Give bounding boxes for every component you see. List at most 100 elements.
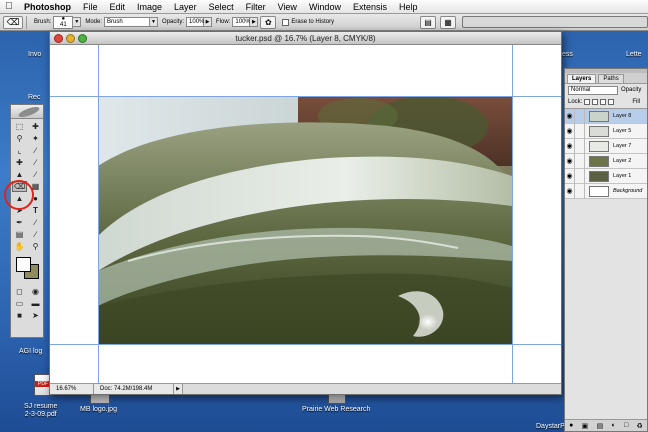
new-layer-icon[interactable]: □ — [624, 422, 628, 429]
history-brush-tool-icon[interactable]: ∕ — [28, 169, 43, 180]
layer-link-slot[interactable] — [575, 138, 585, 154]
menu-photoshop[interactable]: Photoshop — [18, 2, 77, 12]
desktop-icon-agi-logo-label[interactable]: AGI log — [19, 348, 42, 356]
lock-all-checkbox[interactable] — [608, 99, 615, 105]
guide-line[interactable] — [98, 45, 99, 383]
zoom-tool-icon[interactable]: ⚲ — [28, 241, 43, 252]
layer-link-slot[interactable] — [575, 168, 585, 184]
guide-line[interactable] — [50, 344, 561, 345]
lock-position-checkbox[interactable] — [600, 99, 607, 105]
menu-view[interactable]: View — [272, 2, 303, 12]
layer-link-slot[interactable] — [575, 183, 585, 199]
crop-tool-icon[interactable]: ⌞ — [12, 145, 27, 156]
layer-link-slot[interactable] — [575, 153, 585, 169]
desktop-icon-label[interactable]: Lette — [626, 51, 642, 59]
tab-layers[interactable]: Layers — [567, 74, 597, 83]
menu-select[interactable]: Select — [203, 2, 240, 12]
tab-paths[interactable]: Paths — [598, 74, 624, 83]
canvas-area[interactable] — [50, 45, 561, 383]
menu-extensis[interactable]: Extensis — [347, 2, 393, 12]
visibility-eye-icon[interactable]: ◉ — [565, 183, 575, 199]
menu-layer[interactable]: Layer — [168, 2, 203, 12]
magic-wand-tool-icon[interactable]: ✦ — [28, 133, 43, 144]
full-screen-mode-icon[interactable]: ■ — [12, 310, 27, 321]
layer-row[interactable]: ◉ Layer 7 — [565, 138, 647, 154]
visibility-eye-icon[interactable]: ◉ — [565, 108, 575, 124]
menu-filter[interactable]: Filter — [240, 2, 272, 12]
move-tool-icon[interactable]: ✚ — [28, 121, 43, 132]
palette-well-icon[interactable]: ▦ — [440, 15, 456, 29]
desktop-icon-label[interactable]: Rec — [28, 94, 40, 102]
type-tool-icon[interactable]: T — [28, 205, 43, 216]
layer-row[interactable]: ◉ Background — [565, 183, 647, 199]
lock-transparent-checkbox[interactable] — [584, 99, 591, 105]
trash-icon[interactable]: ♻ — [637, 422, 643, 430]
desktop-icon-prairie-label[interactable]: Prairie Web Research — [302, 406, 370, 414]
desktop-icon-label[interactable]: Invo — [28, 51, 41, 59]
guide-line[interactable] — [512, 45, 513, 383]
slice-tool-icon[interactable]: ∕ — [28, 145, 43, 156]
flow-slider-arrow-icon[interactable]: ▶ — [250, 17, 259, 27]
layer-link-slot[interactable] — [575, 123, 585, 139]
desktop-icon-mb-logo-label[interactable]: MB logo.jpg — [80, 406, 117, 414]
layer-row[interactable]: ◉ Layer 2 — [565, 153, 647, 169]
document-title-bar[interactable]: tucker.psd @ 16.7% (Layer 8, CMYK/8) — [50, 32, 561, 45]
menu-image[interactable]: Image — [131, 2, 168, 12]
quick-mask-mode-icon[interactable]: ◉ — [28, 286, 43, 297]
foreground-color-swatch[interactable] — [16, 257, 31, 272]
mode-select[interactable]: Brush — [104, 17, 151, 27]
menu-edit[interactable]: Edit — [104, 2, 132, 12]
lasso-tool-icon[interactable]: ⚲ — [12, 133, 27, 144]
layer-row[interactable]: ◉ Layer 8 — [565, 108, 647, 124]
visibility-eye-icon[interactable]: ◉ — [565, 153, 575, 169]
add-mask-icon[interactable]: ▣ — [582, 422, 589, 430]
file-browser-icon[interactable]: ▤ — [420, 15, 436, 29]
brush-link-icon[interactable] — [575, 108, 585, 124]
pen-tool-icon[interactable]: ✒ — [12, 217, 27, 228]
eyedropper-tool-icon[interactable]: ∕ — [28, 229, 43, 240]
visibility-eye-icon[interactable]: ◉ — [565, 168, 575, 184]
erase-to-history-checkbox[interactable] — [282, 18, 290, 26]
adjustment-layer-icon[interactable]: ◐ — [611, 422, 615, 429]
marquee-tool-icon[interactable]: ⬚ — [12, 121, 27, 132]
jump-to-imageready-icon[interactable]: ➤ — [28, 310, 43, 321]
eraser-tool-preset-icon[interactable]: ⌫ — [3, 15, 23, 29]
line-tool-icon[interactable]: ∕ — [28, 217, 43, 228]
canvas-image[interactable] — [98, 96, 512, 344]
visibility-eye-icon[interactable]: ◉ — [565, 123, 575, 139]
standard-mode-icon[interactable]: ◻ — [12, 286, 27, 297]
status-menu-arrow-icon[interactable]: ▶ — [174, 384, 183, 394]
visibility-eye-icon[interactable]: ◉ — [565, 138, 575, 154]
brush-tool-icon[interactable]: ∕ — [28, 157, 43, 168]
opacity-slider-arrow-icon[interactable]: ▶ — [204, 17, 213, 27]
apple-menu-icon[interactable]:  — [0, 1, 18, 12]
layer-row[interactable]: ◉ Layer 1 — [565, 168, 647, 184]
hand-tool-icon[interactable]: ✋ — [12, 241, 27, 252]
notes-tool-icon[interactable]: ▤ — [12, 229, 27, 240]
palette-well[interactable] — [462, 16, 648, 28]
guide-line[interactable] — [50, 96, 561, 97]
desktop-icon-label[interactable]: ess — [562, 51, 573, 59]
horizontal-scrollbar[interactable] — [183, 384, 561, 394]
flow-input[interactable]: 100% — [232, 17, 251, 27]
menu-help[interactable]: Help — [393, 2, 424, 12]
layer-effects-icon[interactable]: ● — [569, 422, 573, 429]
mode-select-arrow-icon[interactable]: ▼ — [150, 17, 159, 27]
healing-brush-tool-icon[interactable]: ✚ — [12, 157, 27, 168]
toolbox-header[interactable] — [11, 105, 43, 119]
layer-row[interactable]: ◉ Layer 5 — [565, 123, 647, 139]
opacity-input[interactable]: 100% — [186, 17, 204, 27]
blend-mode-select[interactable]: Normal — [568, 85, 618, 95]
airbrush-icon[interactable]: ✿ — [260, 15, 277, 29]
brush-picker-arrow-icon[interactable]: ▼ — [73, 17, 82, 27]
brush-picker[interactable]: ● 41 — [53, 15, 74, 29]
lock-image-checkbox[interactable] — [592, 99, 599, 105]
zoom-level[interactable]: 16.67% — [50, 384, 94, 394]
full-screen-menu-mode-icon[interactable]: ▬ — [28, 298, 43, 309]
new-set-icon[interactable]: ▤ — [597, 422, 604, 430]
menu-window[interactable]: Window — [303, 2, 347, 12]
menu-file[interactable]: File — [77, 2, 104, 12]
clone-stamp-tool-icon[interactable]: ▲ — [12, 169, 27, 180]
standard-screen-mode-icon[interactable]: ▭ — [12, 298, 27, 309]
desktop-icon-sj-resume-label[interactable]: SJ resume 2-3-09.pdf — [24, 403, 57, 419]
